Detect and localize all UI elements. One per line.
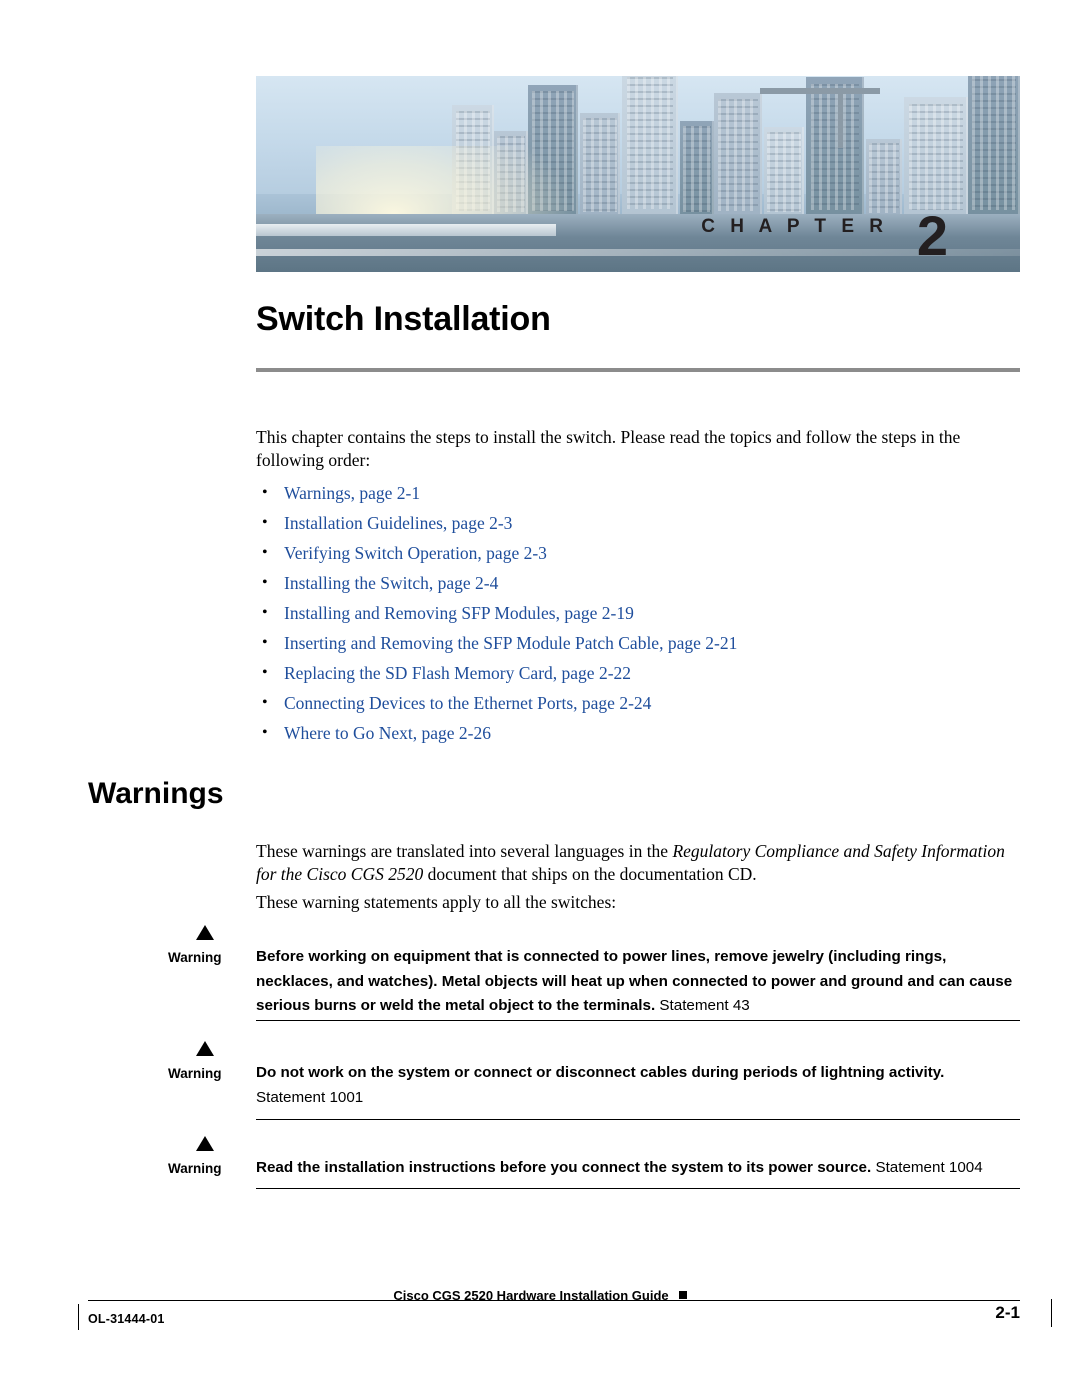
list-item[interactable]: Inserting and Removing the SFP Module Pa… (258, 628, 1020, 658)
warning-divider (256, 1020, 1020, 1021)
toc-link[interactable]: Warnings, page 2-1 (284, 483, 420, 503)
warning-label: Warning (168, 950, 222, 965)
list-item[interactable]: Installation Guidelines, page 2-3 (258, 508, 1020, 538)
intro-paragraph: This chapter contains the steps to insta… (256, 427, 961, 470)
building (806, 77, 864, 217)
toc-link[interactable]: Installing and Removing SFP Modules, pag… (284, 603, 634, 623)
toc-link[interactable]: Installation Guidelines, page 2-3 (284, 513, 512, 533)
building (622, 76, 678, 217)
toc-link[interactable]: Inserting and Removing the SFP Module Pa… (284, 633, 737, 653)
paragraph-text-after: document that ships on the documentation… (423, 864, 757, 884)
windows (909, 104, 963, 210)
warning-text: Read the installation instructions befor… (256, 1156, 1020, 1181)
chapter-number: 2 (916, 204, 948, 267)
chapter-toc-list: Warnings, page 2-1 Installation Guidelin… (258, 478, 1020, 748)
footer-square-marker (678, 1291, 687, 1299)
building (680, 121, 714, 217)
list-item[interactable]: Installing the Switch, page 2-4 (258, 568, 1020, 598)
warning-bold-text: Do not work on the system or connect or … (256, 1064, 945, 1081)
paragraph-text-before: These warnings are translated into sever… (256, 841, 673, 861)
title-divider (256, 368, 1020, 372)
building (764, 127, 804, 217)
windows (583, 118, 617, 212)
chapter-banner-image: C H A P T E R 2 (256, 76, 1020, 272)
warning-label: Warning (168, 1066, 222, 1081)
foreground-road (256, 214, 1020, 272)
building (968, 76, 1020, 217)
list-item[interactable]: Connecting Devices to the Ethernet Ports… (258, 688, 1020, 718)
construction-crane (760, 88, 880, 148)
list-item[interactable]: Replacing the SD Flash Memory Card, page… (258, 658, 1020, 688)
section-heading: Warnings (88, 777, 224, 810)
section-paragraph-1: These warnings are translated into sever… (256, 840, 1018, 886)
windows (767, 132, 801, 212)
building (866, 139, 902, 217)
road-barrier (256, 224, 556, 236)
footer-page-number: 2-1 (995, 1299, 1052, 1327)
warning-bold-text: Read the installation instructions befor… (256, 1159, 872, 1176)
windows (718, 99, 758, 211)
warning-statement-number: Statement 1001 (256, 1088, 364, 1106)
warning-divider (256, 1119, 1020, 1120)
road-marking (256, 249, 1020, 256)
list-item[interactable]: Warnings, page 2-1 (258, 478, 1020, 508)
list-item[interactable]: Where to Go Next, page 2-26 (258, 718, 1020, 748)
toc-link[interactable]: Where to Go Next, page 2-26 (284, 723, 491, 743)
warning-text: Before working on equipment that is conn… (256, 945, 1020, 1019)
building (904, 97, 968, 217)
windows (683, 126, 711, 212)
footer-divider (88, 1300, 1020, 1301)
warning-label: Warning (168, 1161, 222, 1176)
warning-statement-number: Statement 1004 (871, 1159, 983, 1176)
page-title: Switch Installation (256, 300, 551, 338)
windows (627, 77, 673, 209)
toc-link[interactable]: Connecting Devices to the Ethernet Ports… (284, 693, 651, 713)
building (580, 113, 620, 217)
warning-bold-text: Before working on equipment that is conn… (256, 948, 1013, 1014)
windows (811, 84, 859, 210)
list-item[interactable]: Verifying Switch Operation, page 2-3 (258, 538, 1020, 568)
toc-link[interactable]: Verifying Switch Operation, page 2-3 (284, 543, 547, 563)
footer-doc-number: OL-31444-01 (78, 1304, 165, 1330)
chapter-label: C H A P T E R (701, 216, 888, 237)
windows (869, 143, 899, 213)
toc-link[interactable]: Replacing the SD Flash Memory Card, page… (284, 663, 631, 683)
warning-triangle-icon (196, 1041, 214, 1056)
section-paragraph-2: These warning statements apply to all th… (256, 892, 617, 912)
list-item[interactable]: Installing and Removing SFP Modules, pag… (258, 598, 1020, 628)
warning-divider (256, 1188, 1020, 1189)
building (714, 93, 762, 217)
warning-statement-number: Statement 43 (655, 997, 750, 1014)
warning-triangle-icon (196, 1136, 214, 1151)
windows (972, 76, 1016, 210)
warning-text: Do not work on the system or connect or … (256, 1061, 1020, 1110)
toc-link[interactable]: Installing the Switch, page 2-4 (284, 573, 498, 593)
warning-triangle-icon (196, 925, 214, 940)
